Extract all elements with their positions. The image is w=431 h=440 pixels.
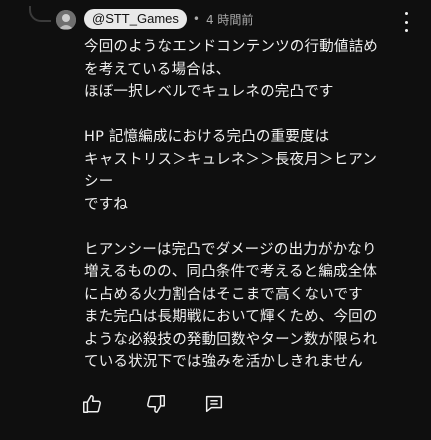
like-button[interactable] [80,392,104,416]
comment-actions [80,392,226,416]
reply-button[interactable] [202,392,226,416]
kebab-menu-icon[interactable] [401,12,411,32]
thumbs-up-icon [83,395,101,413]
comment-timestamp[interactable]: 4 時間前 [206,11,253,28]
comment-reply-icon [205,395,223,413]
author-name-badge[interactable]: @STT_Games [84,9,187,29]
comment-text: 今回のようなエンドコンテンツの行動値詰め を考えている場合は、 ほぼ一択レベルで… [84,39,378,370]
comment-header: @STT_Games • 4 時間前 [84,8,253,30]
dislike-button[interactable] [144,392,168,416]
avatar[interactable] [56,10,76,30]
thumbs-down-icon [147,395,165,413]
reply-thread-connector [29,6,51,22]
separator-dot: • [192,12,200,26]
